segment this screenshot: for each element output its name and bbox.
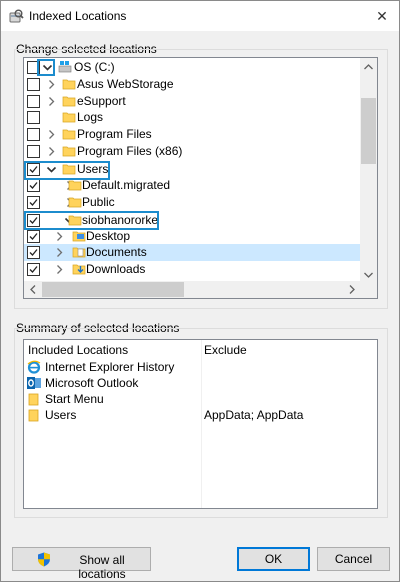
tree-row[interactable]: Users [24,161,360,178]
internet-explorer-icon [27,360,41,374]
location-checkbox[interactable] [27,145,40,158]
chevron-right-icon[interactable] [46,129,57,140]
indexed-locations-dialog: Indexed Locations ✕ Change selected loca… [0,0,400,582]
location-checkbox[interactable] [27,214,40,227]
tree-row[interactable]: Program Files (x86) [24,143,360,160]
summary-list[interactable]: Included Locations Exclude Internet Expl… [23,339,378,509]
chevron-right-icon[interactable] [54,247,65,258]
summary-row-label: Microsoft Outlook [45,376,139,390]
chevron-right-icon[interactable] [46,79,57,90]
tree-row[interactable]: OS (C:) [24,59,360,76]
exclude-header: Exclude [204,343,247,357]
tree-item-label: Desktop [86,229,131,243]
tree-item-label: OS (C:) [74,60,115,74]
chevron-right-icon[interactable] [54,264,65,275]
scroll-left-arrow[interactable] [24,281,41,298]
tree-item-label: Logs [77,110,104,124]
location-checkbox[interactable] [27,263,40,276]
show-all-locations-button[interactable]: Show all locations [12,547,151,581]
indexing-options-icon [8,8,24,24]
tree-horizontal-scrollbar[interactable] [24,281,360,298]
tree-row[interactable]: Asus WebStorage [24,76,360,93]
window-title: Indexed Locations [29,9,127,23]
locations-tree[interactable]: OS (C:) Asus WebStorage eSupport Logs Progra… [23,57,378,299]
location-checkbox[interactable] [27,128,40,141]
tree-item-label: Documents [86,245,147,259]
outlook-icon [27,376,41,390]
location-checkbox[interactable] [27,111,40,124]
downloads-folder-icon [72,262,86,276]
location-checkbox[interactable] [27,196,40,209]
folder-icon [62,144,76,158]
tree-row[interactable]: Program Files [24,126,360,143]
summary-row-start-menu[interactable]: Start Menu [27,391,377,407]
close-button[interactable]: ✕ [365,1,399,31]
location-checkbox[interactable] [27,230,40,243]
tree-item-label: Program Files (x86) [77,144,183,158]
folder-icon [68,178,82,192]
tree-item-label: siobhanororke [82,213,159,227]
scroll-up-arrow[interactable] [360,58,377,75]
summary-row-outlook[interactable]: Microsoft Outlook [27,375,377,391]
tree-horizontal-scroll-thumb[interactable] [42,282,184,297]
folder-icon [68,195,82,209]
tree-item-label: eSupport [77,94,126,108]
folder-icon [62,77,76,91]
close-icon: ✕ [376,7,388,24]
ok-button[interactable]: OK [237,547,310,571]
location-checkbox[interactable] [27,78,40,91]
chevron-right-icon[interactable] [46,146,57,157]
summary-row-label: Internet Explorer History [45,360,175,374]
tree-item-label: Downloads [86,262,146,276]
tree-row[interactable]: Logs [24,109,360,126]
chevron-right-icon[interactable] [54,231,65,242]
included-locations-header: Included Locations [28,343,129,357]
folder-icon [27,408,41,422]
chevron-down-icon[interactable] [42,62,53,73]
tree-row[interactable]: siobhanororke [24,212,360,229]
tree-vertical-scroll-thumb[interactable] [361,98,376,164]
uac-shield-icon [37,552,51,567]
summary-row-exclude: AppData; AppData [204,408,304,422]
chevron-down-icon[interactable] [46,164,57,175]
folder-icon [62,162,76,176]
summary-row-label: Users [45,408,77,422]
drive-icon [58,60,72,74]
location-checkbox[interactable] [27,61,40,74]
summary-row-label: Start Menu [45,392,104,406]
tree-item-label: Program Files [77,127,152,141]
scrollbar-corner [360,281,377,298]
chevron-right-icon[interactable] [46,96,57,107]
scroll-right-arrow[interactable] [343,281,360,298]
location-checkbox[interactable] [27,246,40,259]
tree-row[interactable]: Default.migrated [24,177,360,194]
tree-item-label: Default.migrated [82,178,171,192]
cancel-button[interactable]: Cancel [317,547,390,571]
tree-row[interactable]: Documents [24,244,360,261]
tree-row[interactable]: Downloads [24,261,360,278]
tree-item-label: Public [82,195,115,209]
folder-icon [27,392,41,406]
folder-icon [62,127,76,141]
show-all-locations-label: Show all locations [78,553,126,581]
tree-item-label: Asus WebStorage [77,77,174,91]
tree-row[interactable]: Desktop [24,228,360,245]
location-checkbox[interactable] [27,179,40,192]
desktop-folder-icon [72,229,86,243]
location-checkbox[interactable] [27,163,40,176]
summary-row-users[interactable]: Users AppData; AppData [27,407,377,423]
tree-row[interactable]: eSupport [24,93,360,110]
title-bar[interactable]: Indexed Locations ✕ [1,1,399,31]
summary-row-ie-history[interactable]: Internet Explorer History [27,359,377,375]
folder-icon [68,213,82,227]
folder-icon [62,94,76,108]
tree-row[interactable]: Public [24,194,360,211]
location-checkbox[interactable] [27,95,40,108]
tree-item-label: Users [77,162,109,176]
folder-icon [62,110,76,124]
tree-vertical-scrollbar[interactable] [360,58,377,283]
documents-folder-icon [72,245,86,259]
